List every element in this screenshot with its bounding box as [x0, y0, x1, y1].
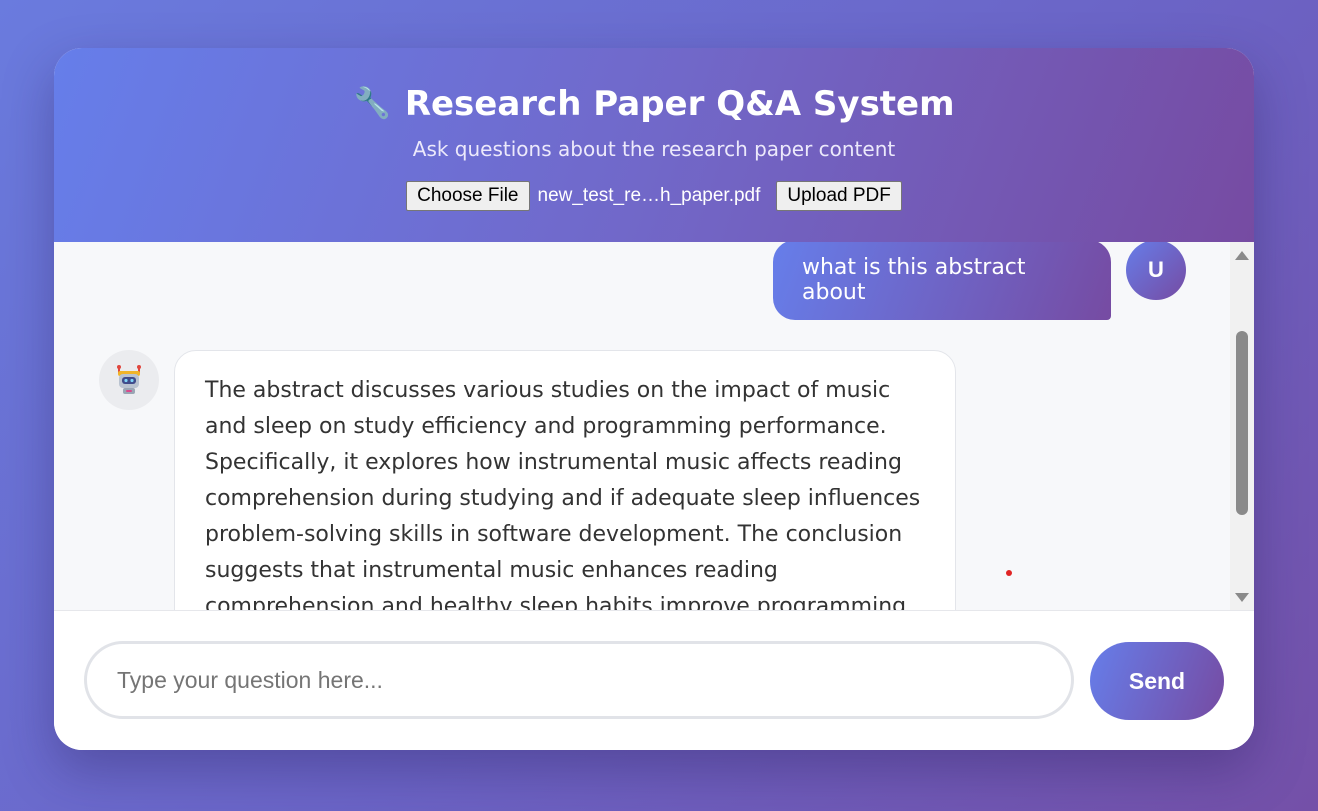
question-input[interactable]	[84, 641, 1074, 719]
bot-avatar	[99, 350, 159, 410]
header: 🔧 Research Paper Q&A System Ask question…	[54, 48, 1254, 242]
wrench-icon: 🔧	[353, 86, 391, 121]
title-row: 🔧 Research Paper Q&A System	[54, 84, 1254, 124]
user-avatar: U	[1126, 242, 1186, 300]
upload-pdf-button[interactable]: Upload PDF	[776, 181, 902, 211]
choose-file-button[interactable]: Choose File	[406, 181, 530, 211]
selected-file-name: new_test_re…h_paper.pdf	[537, 185, 761, 206]
send-button[interactable]: Send	[1090, 642, 1224, 720]
bot-message-text: The abstract discusses various studies o…	[205, 378, 921, 610]
user-message-text: what is this abstract about	[802, 255, 1026, 305]
app-window: 🔧 Research Paper Q&A System Ask question…	[54, 48, 1254, 750]
chat-scrollbar[interactable]	[1230, 242, 1254, 610]
page-title: Research Paper Q&A System	[404, 84, 955, 124]
scrollbar-thumb[interactable]	[1236, 331, 1248, 515]
upload-row: Choose File new_test_re…h_paper.pdf Uplo…	[54, 181, 1254, 211]
user-message-bubble: what is this abstract about	[773, 242, 1111, 320]
scroll-up-icon[interactable]	[1235, 251, 1249, 260]
cursor-dot	[1006, 570, 1012, 576]
page-subtitle: Ask questions about the research paper c…	[412, 137, 896, 161]
robot-icon	[117, 365, 141, 394]
bot-message-bubble: The abstract discusses various studies o…	[174, 350, 956, 610]
input-area: Send	[54, 610, 1254, 750]
chat-messages[interactable]: what is this abstract about U The abstra…	[54, 242, 1254, 610]
scroll-down-icon[interactable]	[1235, 593, 1249, 602]
